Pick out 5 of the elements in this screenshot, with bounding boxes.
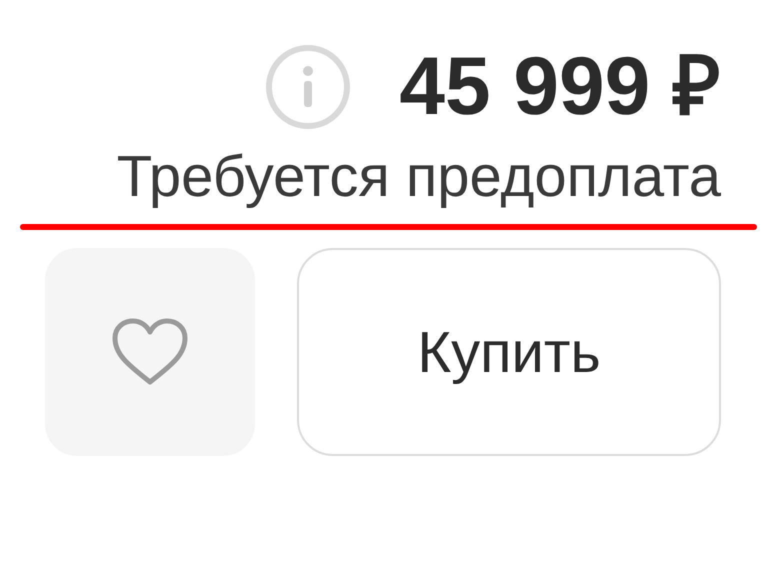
prepayment-note: Требуется предоплата <box>116 148 721 206</box>
buy-button[interactable]: Купить <box>297 248 721 456</box>
price: 45 999 ₽ <box>399 46 721 128</box>
info-icon[interactable] <box>265 44 352 130</box>
favorite-button[interactable] <box>45 248 255 456</box>
